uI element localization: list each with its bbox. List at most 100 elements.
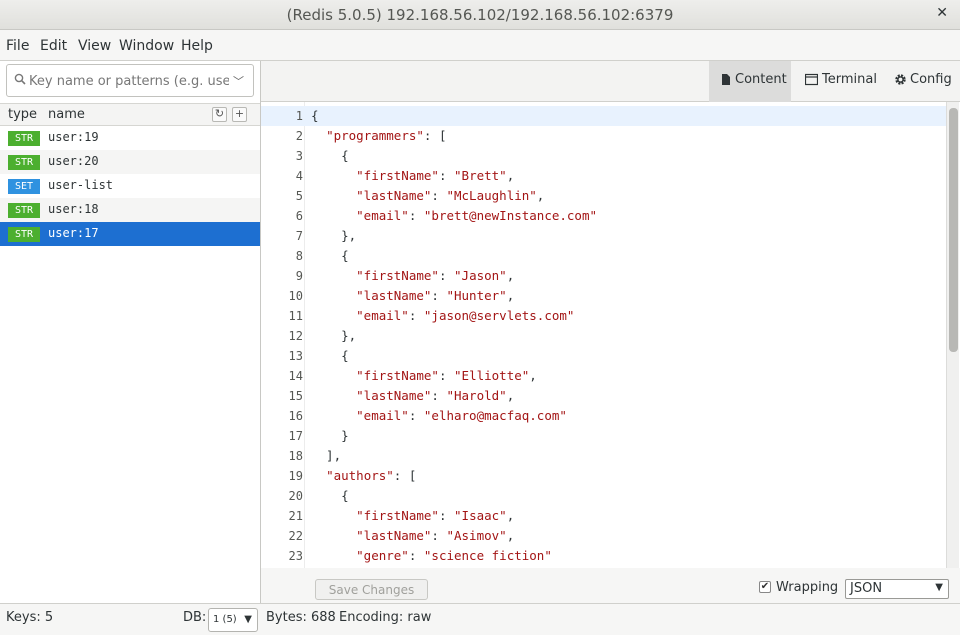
key-type-badge: SET (8, 179, 40, 194)
line-number: 4 (295, 169, 303, 183)
code-line: 11 "email": "jason@servlets.com" (261, 306, 946, 326)
menu-window[interactable]: Window (119, 38, 174, 54)
line-number: 13 (288, 349, 303, 363)
line-number: 6 (295, 209, 303, 223)
db-label: DB: (183, 610, 207, 625)
code-line: 6 "email": "brett@newInstance.com" (261, 206, 946, 226)
db-select[interactable]: 1 (5) ▼ (208, 608, 258, 632)
code-line: 4 "firstName": "Brett", (261, 166, 946, 186)
code-text: "genre": "science fiction" (356, 548, 552, 563)
code-text: "email": "jason@servlets.com" (356, 308, 575, 323)
code-line: 8 { (261, 246, 946, 266)
wrapping-label: Wrapping (776, 580, 839, 595)
format-select[interactable]: JSON ▼ (845, 579, 949, 599)
line-number: 2 (295, 129, 303, 143)
line-number: 11 (288, 309, 303, 323)
encoding-info: Encoding: raw (339, 610, 432, 625)
line-number: 15 (288, 389, 303, 403)
code-text: { (311, 348, 349, 363)
menu-edit[interactable]: Edit (40, 38, 67, 54)
close-icon[interactable]: ✕ (936, 5, 948, 21)
code-text: }, (311, 228, 357, 243)
key-row[interactable]: STR user:19 (0, 126, 260, 150)
tab-terminal[interactable]: Terminal (797, 61, 879, 102)
column-header-type: type (8, 107, 38, 122)
scrollbar-thumb[interactable] (949, 108, 958, 352)
save-changes-button[interactable]: Save Changes (315, 579, 428, 600)
code-line: 9 "firstName": "Jason", (261, 266, 946, 286)
menu-view[interactable]: View (78, 38, 111, 54)
line-number: 22 (288, 529, 303, 543)
key-name: user-list (48, 178, 114, 192)
value-pane: Content Terminal Config 1{2 "programmers… (261, 61, 960, 603)
code-line: 23 "genre": "science fiction" (261, 546, 946, 566)
code-text: { (311, 248, 349, 263)
search-input[interactable] (29, 70, 229, 92)
dropdown-arrow-icon: ▼ (244, 614, 252, 625)
code-text: { (311, 488, 349, 503)
code-line: 5 "lastName": "McLaughlin", (261, 186, 946, 206)
code-line: 12 }, (261, 326, 946, 346)
code-text: "email": "elharo@macfaq.com" (356, 408, 567, 423)
key-name: user:17 (48, 226, 99, 240)
code-text: "firstName": "Jason", (356, 268, 515, 283)
add-key-icon[interactable]: + (232, 107, 247, 122)
key-list-header: type name ↻ + (0, 103, 260, 126)
tab-config[interactable]: Config (887, 61, 960, 102)
chevron-down-icon[interactable]: ﹀ (233, 73, 244, 89)
key-browser-pane: ﹀ type name ↻ + STR user:19 STR user:20 SET u… (0, 61, 261, 603)
menu-file[interactable]: File (6, 38, 29, 54)
code-text: ], (311, 448, 342, 463)
gear-icon (895, 74, 906, 85)
line-number: 17 (288, 429, 303, 443)
key-type-badge: STR (8, 155, 40, 170)
wrapping-checkbox[interactable]: ✔ (759, 581, 771, 593)
key-type-badge: STR (8, 131, 40, 146)
search-box[interactable]: ﹀ (6, 64, 254, 97)
code-line: 18 ], (261, 446, 946, 466)
key-row[interactable]: STR user:17 (0, 222, 260, 246)
line-number: 9 (295, 269, 303, 283)
code-line: 13 { (261, 346, 946, 366)
line-number: 3 (295, 149, 303, 163)
column-header-name: name (48, 107, 85, 122)
value-editor[interactable]: 1{2 "programmers": [3 {4 "firstName": "B… (261, 102, 960, 568)
refresh-icon[interactable]: ↻ (212, 107, 227, 122)
status-bar: Keys: 5 DB: 1 (5) ▼ Bytes: 688 Encoding:… (0, 603, 960, 635)
code-text: "firstName": "Elliotte", (356, 368, 537, 383)
line-number: 18 (288, 449, 303, 463)
line-number: 16 (288, 409, 303, 423)
code-line: 17 } (261, 426, 946, 446)
code-text: { (311, 148, 349, 163)
code-text: "lastName": "Asimov", (356, 528, 515, 543)
key-list: STR user:19 STR user:20 SET user-list STR user:… (0, 126, 260, 246)
line-number: 1 (295, 109, 303, 123)
line-number: 12 (288, 329, 303, 343)
menu-help[interactable]: Help (181, 38, 213, 54)
db-value: 1 (5) (213, 614, 237, 625)
code-line: 3 { (261, 146, 946, 166)
key-type-badge: STR (8, 203, 40, 218)
code-text: "lastName": "Hunter", (356, 288, 515, 303)
tab-content[interactable]: Content (709, 61, 791, 102)
line-number: 8 (295, 249, 303, 263)
code-text: "email": "brett@newInstance.com" (356, 208, 597, 223)
line-number: 23 (288, 549, 303, 563)
key-row[interactable]: STR user:18 (0, 198, 260, 222)
code-line: 15 "lastName": "Harold", (261, 386, 946, 406)
terminal-icon (805, 73, 818, 86)
code-line: 20 { (261, 486, 946, 506)
vertical-scrollbar[interactable] (946, 102, 959, 568)
document-icon (722, 74, 730, 85)
key-type-badge: STR (8, 227, 40, 242)
key-row[interactable]: SET user-list (0, 174, 260, 198)
key-row[interactable]: STR user:20 (0, 150, 260, 174)
code-line: 10 "lastName": "Hunter", (261, 286, 946, 306)
code-text: } (311, 428, 349, 443)
code-line: 22 "lastName": "Asimov", (261, 526, 946, 546)
code-text: "lastName": "Harold", (356, 388, 515, 403)
code-text: "authors": [ (326, 468, 417, 483)
line-number: 7 (295, 229, 303, 243)
search-icon (14, 73, 26, 85)
dropdown-arrow-icon: ▼ (935, 582, 943, 593)
